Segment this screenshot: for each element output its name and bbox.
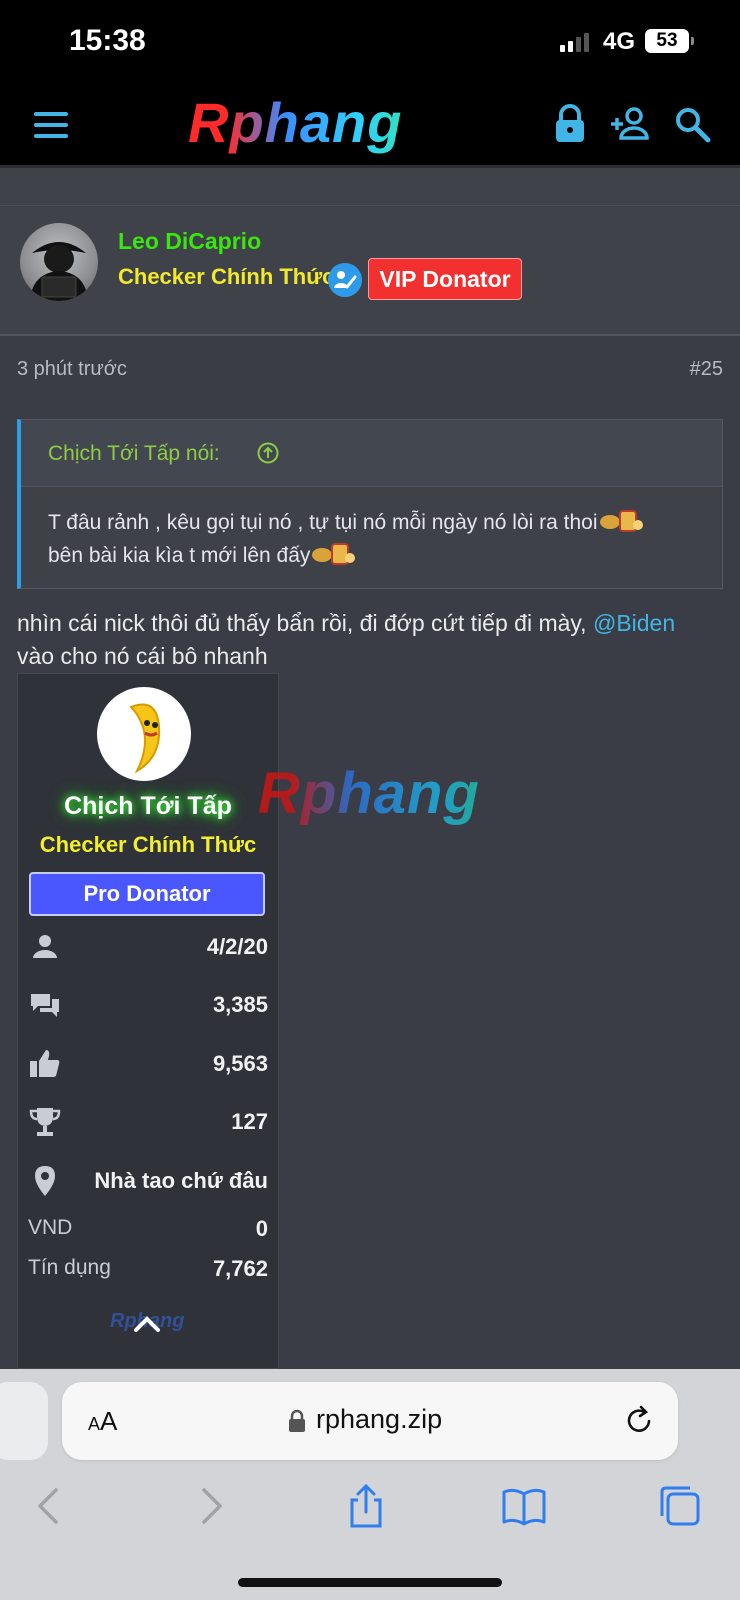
post-time[interactable]: 3 phút trước [17,358,127,381]
signature-card: Chịch Tới Tấp Checker Chính Thức Pro Don… [17,673,279,1369]
pro-donator-badge: Pro Donator [29,872,265,916]
avatar[interactable] [20,223,98,301]
search-icon[interactable] [670,102,714,146]
stat-messages: 3,385 [28,986,268,1026]
arrow-up-circle-icon[interactable] [257,442,279,464]
signal-icon [560,32,590,52]
post-text-1: nhìn cái nick thôi đủ thấy bẩn rồi, đi đ… [17,610,593,636]
lock-icon[interactable] [548,102,592,146]
stat-vnd-value: 0 [255,1216,268,1241]
page-divider [0,168,740,206]
url-text[interactable]: rphang.zip [316,1404,442,1435]
reader-settings-button[interactable]: AA [88,1406,117,1437]
share-icon[interactable] [342,1482,390,1530]
post-body: nhìn cái nick thôi đủ thấy bẩn rồi, đi đ… [17,607,723,673]
quote-line-1: T đâu rảnh , kêu gọi tụi nó , tự tụi nó … [48,511,598,534]
messages-icon [31,994,59,1017]
vip-donator-badge: VIP Donator [368,258,522,300]
add-user-icon[interactable] [608,102,652,146]
stat-joined: 4/2/20 [28,928,268,968]
post-author-name[interactable]: Leo DiCaprio [118,228,261,255]
stat-reactions-value: 9,563 [212,1051,268,1076]
hacker-avatar-icon [30,242,88,301]
home-indicator[interactable] [238,1578,502,1587]
browser-toolbar: AA rphang.zip [0,1369,740,1600]
thumbs-up-icon [30,1050,60,1077]
status-time: 15:38 [69,24,146,57]
signature-title: Checker Chính Thức [39,832,257,857]
verified-checker-icon [328,263,362,297]
stat-vnd-label: VND [28,1216,73,1239]
stat-location: Nhà tao chứ đâu [28,1162,268,1202]
menu-icon[interactable] [34,108,70,142]
stat-credit-value: 7,762 [212,1256,268,1281]
quote-header: Chịch Tới Tấp nói: [21,420,722,487]
stat-location-value: Nhà tao chứ đâu [94,1168,268,1193]
forward-icon[interactable] [186,1482,234,1530]
chevron-up-icon[interactable] [132,1314,162,1334]
post-author-title: Checker Chính Thức [118,264,335,289]
stat-joined-value: 4/2/20 [206,934,268,959]
emoji-icon [598,507,644,533]
previous-tab-stub[interactable] [0,1382,48,1460]
map-pin-icon [35,1166,55,1196]
quote-block: Chịch Tới Tấp nói: T đâu rảnh , kêu gọi … [17,419,723,589]
trophy-icon [29,1108,61,1136]
emoji-icon [310,540,356,566]
image-watermark: Rphang [258,761,480,826]
quote-author[interactable]: Chịch Tới Tấp nói: [48,442,220,466]
battery-icon: 53 [645,29,694,53]
network-type: 4G [603,28,636,55]
site-header: Rphang [0,84,740,168]
post-text-2: vào cho nó cái bô nhanh [17,643,268,669]
post-user-bar: Leo DiCaprio Checker Chính Thức VIP Dona… [0,206,740,336]
quote-line-2: bên bài kia kìa t mới lên đấy [48,544,311,567]
signature-name[interactable]: Chịch Tới Tấp [18,792,278,821]
post-number[interactable]: #25 [690,358,723,381]
bookmarks-icon[interactable] [500,1482,548,1530]
status-bar: 15:38 4G 53 [0,0,740,84]
stat-credit-label: Tín dụng [28,1256,111,1279]
stat-reactions: 9,563 [28,1045,268,1085]
quote-body: T đâu rảnh , kêu gọi tụi nó , tự tụi nó … [48,506,708,572]
reload-icon[interactable] [622,1404,656,1438]
signature-avatar[interactable] [97,687,191,781]
mention-link[interactable]: @Biden [593,610,675,636]
site-logo[interactable]: Rphang [188,90,402,155]
stat-points: 127 [28,1103,268,1143]
banana-avatar-icon [129,703,161,774]
user-icon [33,935,57,958]
lock-icon [289,1409,305,1432]
stat-messages-value: 3,385 [212,992,268,1017]
stat-vnd: VND 0 [28,1210,268,1250]
back-icon[interactable] [26,1482,74,1530]
stat-credit: Tín dụng 7,762 [28,1250,268,1290]
address-bar[interactable]: AA rphang.zip [62,1382,678,1460]
tabs-icon[interactable] [656,1482,704,1530]
stat-points-value: 127 [231,1109,268,1134]
